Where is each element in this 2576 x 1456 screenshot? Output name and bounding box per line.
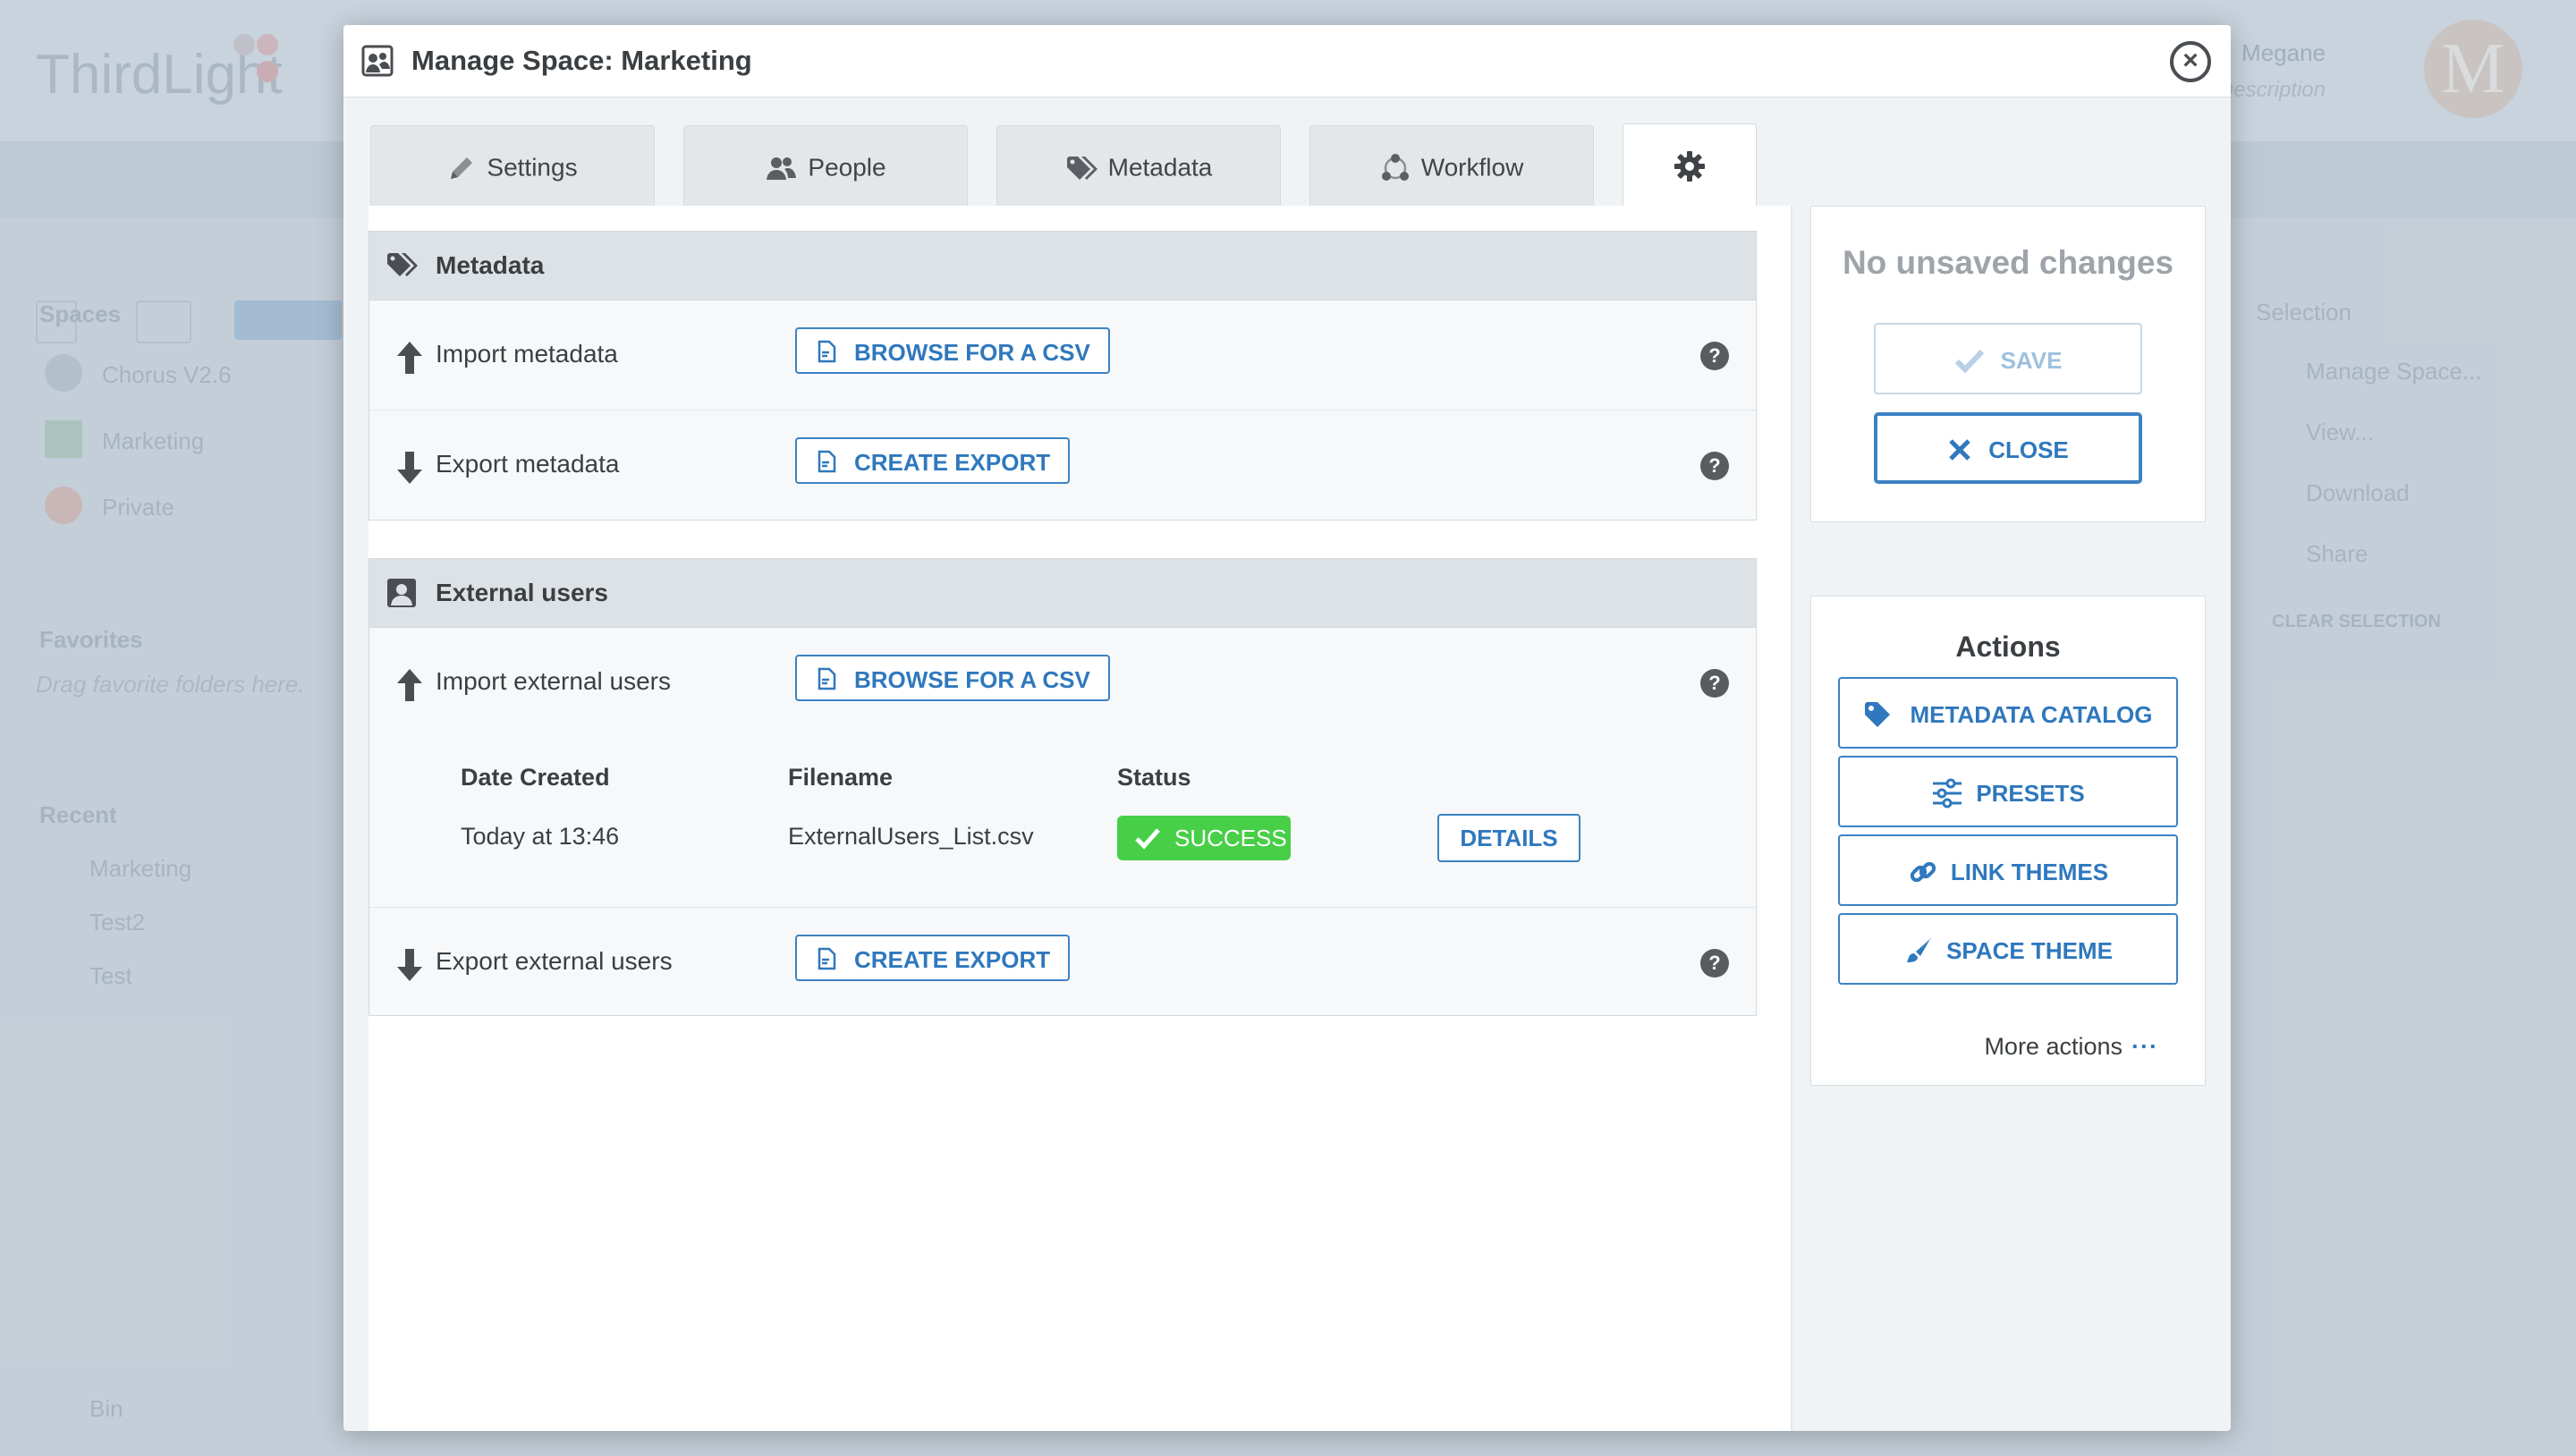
unsaved-status: No unsaved changes xyxy=(1842,244,2174,281)
manage-space-dialog: Manage Space: Marketing × Settings Peopl… xyxy=(343,25,2231,1431)
button-label: PRESETS xyxy=(1976,780,2085,808)
actions-panel: Actions METADATA CATALOG PRESETS LINK TH… xyxy=(1810,596,2206,1086)
arrow-down-icon xyxy=(397,949,422,981)
file-icon xyxy=(818,340,836,363)
link-icon xyxy=(1910,862,1936,883)
tag-icon xyxy=(1865,702,1891,728)
presets-button[interactable]: PRESETS xyxy=(1838,756,2178,827)
arrow-up-icon xyxy=(397,342,422,374)
date-created-cell: Today at 13:46 xyxy=(461,823,620,850)
column-header: Status xyxy=(1117,764,1191,791)
space-people-icon xyxy=(361,45,394,77)
button-label: CREATE EXPORT xyxy=(854,449,1051,476)
save-button[interactable]: SAVE xyxy=(1874,323,2142,394)
sliders-icon xyxy=(1933,778,1962,808)
row-label: Import metadata xyxy=(436,340,618,368)
help-icon[interactable]: ? xyxy=(1700,342,1729,370)
help-icon[interactable]: ? xyxy=(1700,452,1729,480)
table-row: Today at 13:46 ExternalUsers_List.csv SU… xyxy=(369,812,1754,866)
panel-title: External users xyxy=(436,579,608,606)
check-icon xyxy=(1135,828,1160,850)
browse-csv-button[interactable]: BROWSE FOR A CSV xyxy=(795,655,1110,701)
dialog-title: Manage Space: Marketing xyxy=(411,45,752,76)
help-icon[interactable]: ? xyxy=(1700,669,1729,698)
filename-cell: ExternalUsers_List.csv xyxy=(788,823,1034,850)
space-theme-button[interactable]: SPACE THEME xyxy=(1838,913,2178,985)
import-external-users-row: Import external users BROWSE FOR A CSV ?… xyxy=(369,628,1756,908)
panel-header: External users xyxy=(369,559,1756,628)
ellipsis-icon: ··· xyxy=(2131,1033,2158,1060)
arrow-down-icon xyxy=(397,452,422,484)
import-metadata-row: Import metadata BROWSE FOR A CSV ? xyxy=(369,301,1756,411)
tab-label: People xyxy=(808,153,886,182)
tab-label: Metadata xyxy=(1107,153,1213,182)
button-label: BROWSE FOR A CSV xyxy=(854,666,1090,693)
file-icon xyxy=(818,667,836,690)
tab-advanced[interactable] xyxy=(1623,123,1757,207)
help-icon[interactable]: ? xyxy=(1700,949,1729,978)
gear-icon xyxy=(1674,150,1705,182)
details-button[interactable]: DETAILS xyxy=(1437,814,1580,862)
advanced-content: Metadata Import metadata BROWSE FOR A CS… xyxy=(369,206,1792,1431)
user-icon xyxy=(387,579,416,607)
button-label: CREATE EXPORT xyxy=(854,946,1051,973)
column-header: Date Created xyxy=(461,764,610,791)
paintbrush-icon xyxy=(1907,937,1933,963)
tab-people[interactable]: People xyxy=(683,125,968,206)
status-badge: SUCCESS xyxy=(1117,816,1291,860)
row-label: Export metadata xyxy=(436,450,620,478)
close-icon xyxy=(1949,439,1970,461)
button-label: BROWSE FOR A CSV xyxy=(854,339,1090,366)
metadata-panel: Metadata Import metadata BROWSE FOR A CS… xyxy=(369,231,1757,521)
metadata-catalog-button[interactable]: METADATA CATALOG xyxy=(1838,677,2178,749)
more-actions-label: More actions xyxy=(1984,1033,2123,1060)
create-export-button[interactable]: CREATE EXPORT xyxy=(795,935,1071,981)
column-header: Filename xyxy=(788,764,894,791)
button-label: SPACE THEME xyxy=(1946,937,2113,965)
export-external-users-row: Export external users CREATE EXPORT ? xyxy=(369,908,1756,1017)
arrow-up-icon xyxy=(397,669,422,701)
close-dialog-icon[interactable]: × xyxy=(2170,41,2211,82)
pencil-icon xyxy=(451,157,473,179)
row-label: Import external users xyxy=(436,667,671,695)
browse-csv-button[interactable]: BROWSE FOR A CSV xyxy=(795,327,1110,374)
row-label: Export external users xyxy=(436,947,673,975)
create-export-button[interactable]: CREATE EXPORT xyxy=(795,437,1071,484)
tags-icon xyxy=(387,253,418,276)
file-icon xyxy=(818,450,836,473)
tab-label: Workflow xyxy=(1420,153,1524,182)
status-text: SUCCESS xyxy=(1174,825,1287,851)
dialog-header: Manage Space: Marketing × xyxy=(343,25,2231,97)
panel-title: Metadata xyxy=(436,251,545,279)
tab-workflow[interactable]: Workflow xyxy=(1309,125,1594,206)
actions-title: Actions xyxy=(1955,631,2061,663)
button-label: SAVE xyxy=(2000,347,2063,375)
tab-metadata[interactable]: Metadata xyxy=(996,125,1281,206)
workflow-icon xyxy=(1381,153,1409,181)
external-users-panel: External users Import external users BRO… xyxy=(369,558,1757,1016)
more-actions-link[interactable]: More actions ··· xyxy=(1984,1033,2158,1061)
button-label: CLOSE xyxy=(1988,436,2069,464)
check-icon xyxy=(1954,350,1984,374)
people-icon xyxy=(767,157,797,180)
tab-settings[interactable]: Settings xyxy=(370,125,655,206)
panel-header: Metadata xyxy=(369,232,1756,301)
button-label: METADATA CATALOG xyxy=(1910,701,2153,729)
save-panel: No unsaved changes SAVE CLOSE xyxy=(1810,206,2206,522)
tags-icon xyxy=(1066,156,1097,180)
button-label: LINK THEMES xyxy=(1950,859,2109,886)
export-metadata-row: Export metadata CREATE EXPORT ? xyxy=(369,411,1756,520)
tab-label: Settings xyxy=(487,153,578,182)
link-themes-button[interactable]: LINK THEMES xyxy=(1838,834,2178,906)
close-button[interactable]: CLOSE xyxy=(1874,412,2142,484)
file-icon xyxy=(818,947,836,970)
